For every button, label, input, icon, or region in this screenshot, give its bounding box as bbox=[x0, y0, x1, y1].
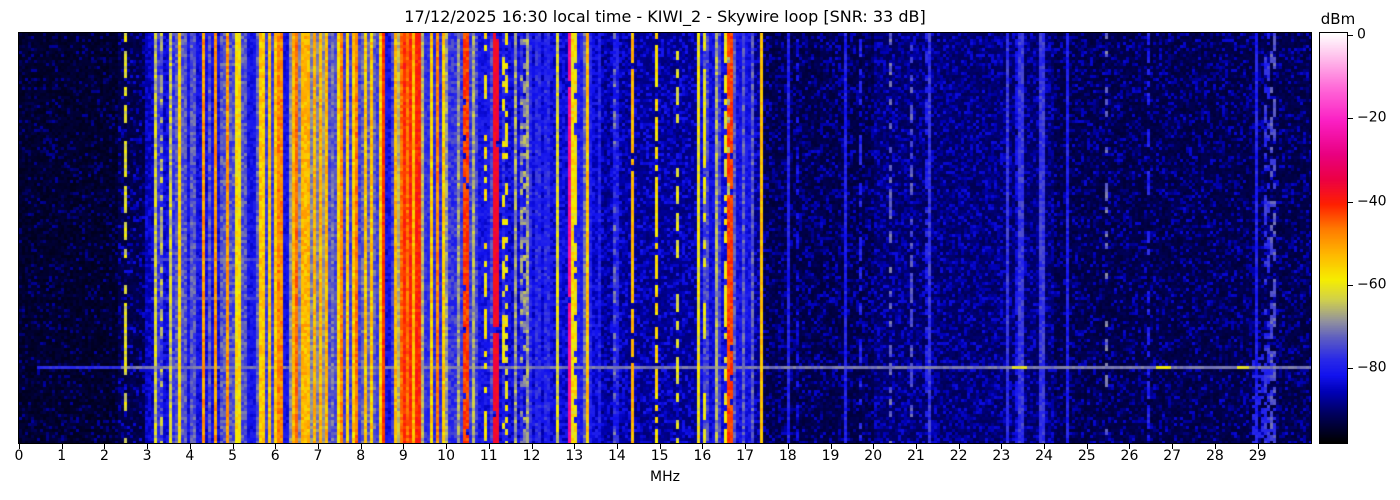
colorbar-tick-label: −20 bbox=[1357, 109, 1387, 126]
colorbar bbox=[1319, 32, 1348, 444]
colorbar-tick-label: −40 bbox=[1357, 193, 1387, 210]
x-tick-label: 24 bbox=[1035, 448, 1053, 464]
x-tick-label: 16 bbox=[693, 448, 712, 464]
x-axis-label: MHz bbox=[650, 469, 680, 485]
colorbar-tick-mark bbox=[1348, 201, 1353, 203]
x-tick-label: 12 bbox=[522, 448, 541, 464]
colorbar-tick-label: 0 bbox=[1357, 26, 1366, 43]
x-tick-label: 9 bbox=[398, 448, 408, 464]
x-tick-label: 11 bbox=[479, 448, 498, 464]
x-tick-label: 20 bbox=[864, 448, 883, 464]
x-tick-label: 5 bbox=[228, 448, 238, 464]
x-tick-label: 0 bbox=[14, 448, 24, 464]
x-tick-label: 27 bbox=[1163, 448, 1182, 464]
colorbar-unit-label: dBm bbox=[1320, 10, 1356, 28]
x-tick-label: 15 bbox=[650, 448, 669, 464]
waterfall-heatmap bbox=[18, 32, 1312, 444]
x-tick-label: 22 bbox=[949, 448, 968, 464]
x-tick-label: 1 bbox=[57, 448, 67, 464]
x-tick-label: 17 bbox=[736, 448, 754, 464]
x-tick-label: 6 bbox=[270, 448, 280, 464]
x-tick-label: 26 bbox=[1120, 448, 1139, 464]
x-tick-label: 25 bbox=[1077, 448, 1096, 464]
x-tick-label: 14 bbox=[608, 448, 626, 464]
spectrogram-figure: 17/12/2025 16:30 local time - KIWI_2 - S… bbox=[0, 0, 1400, 500]
x-tick-label: 21 bbox=[907, 448, 925, 464]
colorbar-tick-mark bbox=[1348, 118, 1353, 120]
colorbar-tick-mark bbox=[1348, 368, 1353, 370]
colorbar-tick-mark bbox=[1348, 35, 1353, 36]
x-tick-label: 3 bbox=[142, 448, 152, 464]
colorbar-tick-label: −60 bbox=[1357, 276, 1387, 293]
colorbar-tick-mark bbox=[1348, 284, 1353, 286]
x-tick-label: 10 bbox=[437, 448, 456, 464]
x-tick-label: 2 bbox=[99, 448, 109, 464]
x-tick-label: 29 bbox=[1248, 448, 1267, 464]
x-tick-label: 4 bbox=[185, 448, 195, 464]
colorbar-tick-label: −80 bbox=[1357, 359, 1387, 376]
x-tick-label: 8 bbox=[356, 448, 366, 464]
x-tick-label: 23 bbox=[992, 448, 1011, 464]
x-tick-label: 18 bbox=[778, 448, 797, 464]
x-tick-label: 7 bbox=[313, 448, 323, 464]
x-tick-label: 19 bbox=[821, 448, 840, 464]
figure-title: 17/12/2025 16:30 local time - KIWI_2 - S… bbox=[404, 7, 926, 26]
x-tick-label: 13 bbox=[565, 448, 584, 464]
x-tick-label: 28 bbox=[1205, 448, 1224, 464]
